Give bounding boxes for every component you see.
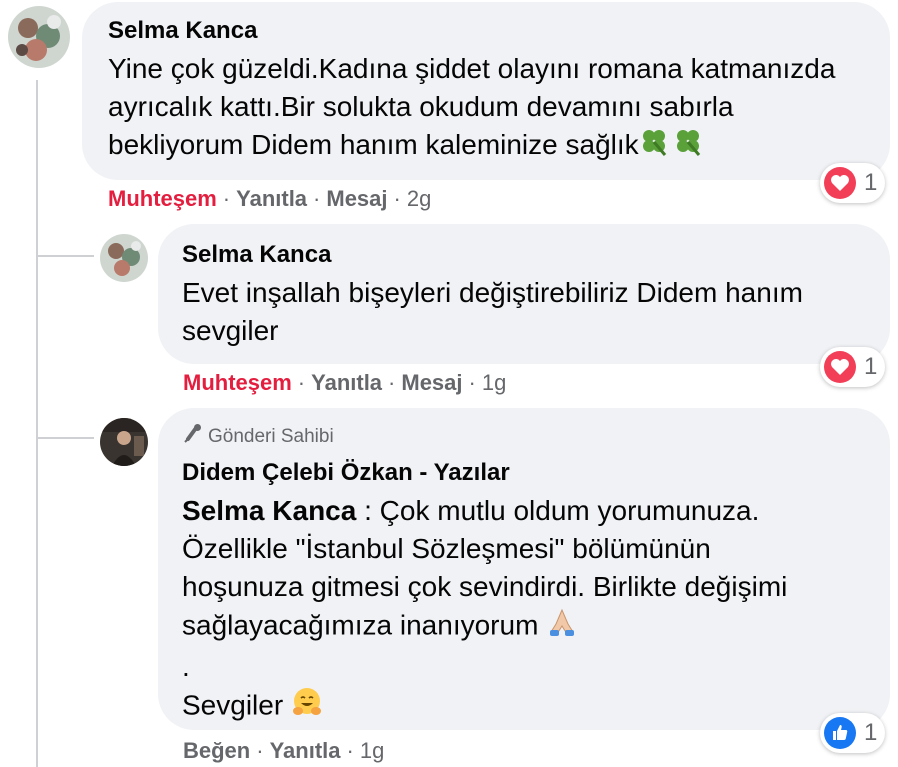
avatar[interactable] [100,234,148,282]
heart-icon [824,351,856,383]
comment-author[interactable]: Selma Kanca [182,240,866,270]
timestamp[interactable]: 1g [482,370,506,396]
reply-button[interactable]: Yanıtla [311,370,382,396]
reaction-summary[interactable]: 1 [820,163,886,203]
comment-text: Evet inşallah bişeyleri değiştirebiliriz… [182,277,803,346]
message-button[interactable]: Mesaj [401,370,462,396]
love-reaction-button[interactable]: Muhteşem [108,186,217,212]
comment-actions: Beğen · Yanıtla · 1g [183,738,385,764]
author-badge: Gönderi Sahibi [182,422,866,452]
comment-actions: Muhteşem · Yanıtla · Mesaj · 2g [108,186,432,212]
reaction-count: 1 [864,719,878,746]
clover-icon [673,127,707,167]
comment-author[interactable]: Selma Kanca [108,16,864,46]
avatar[interactable] [100,418,148,466]
reply-button[interactable]: Yanıtla [236,186,307,212]
thread-line-branch [36,255,94,257]
reaction-summary[interactable]: 1 [820,713,886,753]
microphone-icon [182,423,208,451]
comment-actions: Muhteşem · Yanıtla · Mesaj · 1g [183,370,507,396]
comment-bubble: Gönderi Sahibi Didem Çelebi Özkan - Yazı… [158,408,890,730]
heart-icon [824,167,856,199]
hugging-face-icon [291,686,323,728]
comment-text: Selma Kanca : Çok mutlu oldum yorumunuza… [182,492,866,728]
comment-bubble: Selma Kanca Evet inşallah bişeyleri deği… [158,224,890,364]
badge-label: Gönderi Sahibi [208,426,334,447]
reply-button[interactable]: Yanıtla [270,738,341,764]
love-reaction-button[interactable]: Muhteşem [183,370,292,396]
like-button[interactable]: Beğen [183,738,250,764]
like-icon [824,717,856,749]
clover-icon [639,127,673,167]
mention-link[interactable]: Selma Kanca [182,495,356,526]
reaction-summary[interactable]: 1 [820,347,886,387]
message-button[interactable]: Mesaj [326,186,387,212]
reaction-count: 1 [864,169,878,196]
folded-hands-icon [546,606,578,648]
comment-bubble: Selma Kanca Yine çok güzeldi.Kadına şidd… [82,2,890,180]
avatar[interactable] [8,6,70,68]
comment-text: Yine çok güzeldi.Kadına şiddet olayını r… [108,53,836,160]
timestamp[interactable]: 2g [407,186,431,212]
reaction-count: 1 [864,353,878,380]
comment-author[interactable]: Didem Çelebi Özkan - Yazılar [182,458,866,488]
thread-line-branch [36,437,94,439]
timestamp[interactable]: 1g [360,738,384,764]
thread-line-vertical [36,80,38,767]
